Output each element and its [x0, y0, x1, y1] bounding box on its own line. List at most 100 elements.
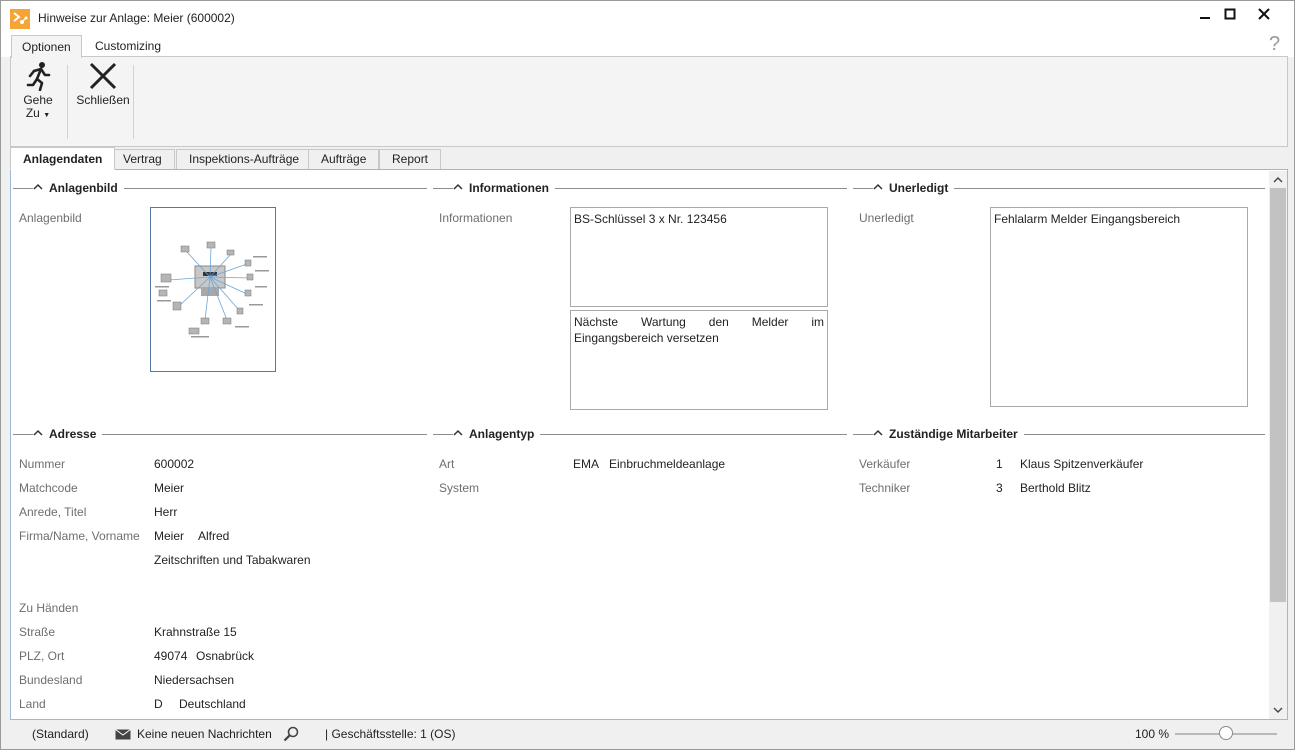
informationen-label: Informationen — [439, 211, 513, 225]
section-title: Adresse — [43, 427, 103, 441]
verkaeufer-nr-value[interactable]: 1 — [996, 457, 1003, 471]
tab-vertrag[interactable]: Vertrag — [110, 149, 175, 170]
ribbon-panel: Gehe Zu ▼ Schließen — [10, 56, 1288, 147]
verkaeufer-value[interactable]: Klaus Spitzenverkäufer — [1020, 457, 1143, 471]
status-messages[interactable]: Keine neuen Nachrichten — [137, 727, 272, 741]
tab-anlagendaten[interactable]: Anlagendaten — [10, 147, 116, 170]
running-person-icon — [26, 62, 51, 91]
status-office: | Geschäftsstelle: 1 (OS) — [325, 727, 456, 741]
schliessen-label: Schließen — [76, 93, 130, 107]
vertical-scrollbar[interactable] — [1269, 171, 1287, 719]
ribbon-separator — [67, 65, 68, 139]
informationen-textbox-1[interactable]: BS-Schlüssel 3 x Nr. 123456 — [570, 207, 828, 307]
art-value[interactable]: Einbruchmeldeanlage — [609, 457, 725, 471]
techniker-nr-value[interactable]: 3 — [996, 481, 1003, 495]
informationen-textbox-2[interactable]: Nächste Wartung den Melder im Eingangsbe… — [570, 310, 828, 410]
chevron-down-icon — [1273, 707, 1283, 713]
anlagendaten-panel: Anlagenbild Informationen Unerledigt Anl… — [10, 169, 1288, 720]
goto-button[interactable]: Gehe Zu ▼ — [23, 61, 53, 122]
ribbon-tab-optionen[interactable]: Optionen — [11, 35, 82, 58]
section-header-informationen[interactable]: Informationen — [433, 181, 847, 195]
close-icon — [1258, 8, 1270, 20]
section-header-anlagentyp[interactable]: Anlagentyp — [433, 427, 847, 441]
help-icon[interactable]: ? — [1269, 33, 1280, 56]
plz-value[interactable]: 49074 — [154, 649, 187, 663]
app-logo-icon — [10, 9, 30, 29]
title-bar: Hinweise zur Anlage: Meier (600002) — [1, 1, 1294, 33]
tab-report[interactable]: Report — [379, 149, 442, 170]
system-diagram-image — [155, 241, 269, 338]
close-window-button[interactable] — [1247, 1, 1281, 27]
nummer-label: Nummer — [19, 457, 66, 471]
bundesland-label: Bundesland — [19, 673, 83, 687]
anrede-value[interactable]: Herr — [154, 505, 177, 519]
zoom-slider-thumb[interactable] — [1219, 726, 1233, 740]
close-x-icon — [89, 62, 117, 90]
minimize-icon — [1200, 17, 1210, 19]
plz-ort-label: PLZ, Ort — [19, 649, 65, 663]
strasse-value[interactable]: Krahnstraße 15 — [154, 625, 237, 639]
chevron-up-icon — [873, 428, 883, 438]
chevron-up-icon — [33, 182, 43, 192]
ribbon-tab-bar: Optionen Customizing ? — [1, 33, 1294, 58]
dropdown-arrow-icon: ▼ — [43, 112, 51, 119]
search-icon[interactable] — [283, 726, 299, 742]
matchcode-label: Matchcode — [19, 481, 78, 495]
section-header-adresse[interactable]: Adresse — [13, 427, 427, 441]
maximize-icon — [1224, 8, 1236, 20]
art-code-value[interactable]: EMA — [573, 457, 599, 471]
firma2-value[interactable]: Zeitschriften und Tabakwaren — [154, 553, 311, 567]
scrollbar-thumb[interactable] — [1270, 188, 1286, 602]
techniker-label: Techniker — [859, 481, 911, 495]
anlagenbild-label: Anlagenbild — [19, 211, 82, 225]
land-label: Land — [19, 697, 46, 711]
tab-auftraege[interactable]: Aufträge — [308, 149, 380, 170]
chevron-up-icon — [873, 182, 883, 192]
firma-name-label: Firma/Name, Vorname — [19, 529, 140, 543]
art-label: Art — [439, 457, 455, 471]
scroll-down-button[interactable] — [1271, 703, 1285, 717]
section-header-unerledigt[interactable]: Unerledigt — [853, 181, 1265, 195]
status-profile[interactable]: (Standard) — [32, 727, 89, 741]
unerledigt-textbox[interactable]: Fehlalarm Melder Eingangsbereich — [990, 207, 1248, 407]
section-title: Informationen — [463, 181, 555, 195]
vorname-value[interactable]: Alfred — [198, 529, 229, 543]
application-window: Hinweise zur Anlage: Meier (600002) Opti… — [0, 0, 1295, 750]
verkaeufer-label: Verkäufer — [859, 457, 911, 471]
ort-value[interactable]: Osnabrück — [196, 649, 254, 663]
strasse-label: Straße — [19, 625, 56, 639]
tab-inspektions-auftraege[interactable]: Inspektions-Aufträge — [176, 149, 313, 170]
land-code-value[interactable]: D — [154, 697, 163, 711]
ribbon-separator — [133, 65, 134, 139]
anlagenbild-image[interactable] — [150, 207, 276, 372]
techniker-value[interactable]: Berthold Blitz — [1020, 481, 1091, 495]
nummer-value[interactable]: 600002 — [154, 457, 194, 471]
section-title: Unerledigt — [883, 181, 955, 195]
anrede-label: Anrede, Titel — [19, 505, 87, 519]
section-title: Anlagentyp — [463, 427, 541, 441]
section-title: Zuständige Mitarbeiter — [883, 427, 1024, 441]
scroll-up-button[interactable] — [1271, 173, 1285, 187]
status-bar: (Standard) Keine neuen Nachrichten | Ges… — [1, 721, 1294, 749]
unerledigt-label: Unerledigt — [859, 211, 914, 225]
zoom-level: 100 % — [1135, 727, 1170, 741]
chevron-up-icon — [1273, 177, 1283, 183]
system-label: System — [439, 481, 480, 495]
maximize-button[interactable] — [1213, 1, 1247, 27]
chevron-up-icon — [453, 182, 463, 192]
zu-haenden-label: Zu Händen — [19, 601, 79, 615]
bundesland-value[interactable]: Niedersachsen — [154, 673, 234, 687]
chevron-up-icon — [33, 428, 43, 438]
name-value[interactable]: Meier — [154, 529, 184, 543]
goto-label-line2: Zu — [25, 106, 40, 120]
section-title: Anlagenbild — [43, 181, 124, 195]
ribbon-tab-customizing[interactable]: Customizing — [85, 35, 171, 58]
window-title: Hinweise zur Anlage: Meier (600002) — [38, 11, 235, 25]
land-value[interactable]: Deutschland — [179, 697, 246, 711]
section-header-anlagenbild[interactable]: Anlagenbild — [13, 181, 427, 195]
schliessen-button[interactable]: Schließen — [76, 61, 130, 107]
envelope-icon — [115, 729, 131, 740]
matchcode-value[interactable]: Meier — [154, 481, 184, 495]
chevron-up-icon — [453, 428, 463, 438]
section-header-mitarbeiter[interactable]: Zuständige Mitarbeiter — [853, 427, 1265, 441]
